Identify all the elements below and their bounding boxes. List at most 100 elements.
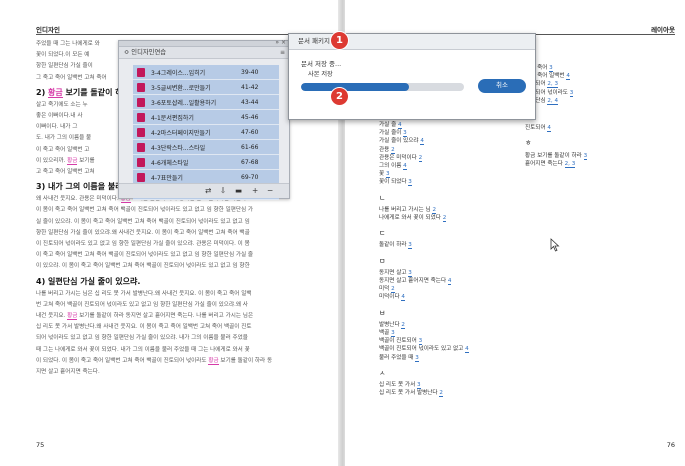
page-reference[interactable]: 3 bbox=[391, 330, 395, 338]
page-reference[interactable]: 2 bbox=[401, 321, 405, 329]
document-name: 4-1문서편집하기 bbox=[151, 114, 194, 122]
book-panel-tab[interactable]: ≎ 인디자인연습 ≡ bbox=[119, 47, 289, 59]
page-reference[interactable]: 2, 3 bbox=[547, 81, 559, 89]
page-reference[interactable]: 4 bbox=[420, 138, 424, 146]
panel-drag-bar[interactable]: » × bbox=[119, 39, 289, 47]
step-badge-2: 2 bbox=[331, 88, 348, 105]
index-entry: 돌같이 하라 3 bbox=[379, 242, 412, 250]
index-column-2: 죽고 죽어 3 죽고 죽어 일백번 4 진토되어 2, 3 진토되어 넋이라도 … bbox=[525, 64, 665, 168]
dialog-title: 문서 패키지 bbox=[289, 34, 535, 50]
document-pages: 41-42 bbox=[241, 83, 259, 91]
page-reference[interactable]: 2 bbox=[418, 154, 423, 162]
document-pages: 43-44 bbox=[241, 98, 259, 106]
book-panel[interactable]: » × ≎ 인디자인연습 ≡ 3-4그레이스...입히기 39-40 3-5글씨변환… bbox=[118, 39, 290, 200]
para-line: 되어 넋이라도 있고 없고 임 향한 일편단심 가실 줄이 있으랴. 내가 그의… bbox=[36, 335, 248, 342]
book-document-row[interactable]: 4-2마스터페이지만들기 47-60 bbox=[133, 125, 279, 140]
close-icon[interactable]: × bbox=[281, 39, 286, 46]
index-entry: 그의 이름 4 bbox=[379, 163, 407, 171]
document-name: 3-6포토샵레...일활용하기 bbox=[151, 99, 217, 107]
index-entry: 꽃이 되었다 3 bbox=[379, 179, 412, 187]
para-line: 실 줄이 있으랴. 이 몸이 죽고 죽어 일백번 고쳐 죽어 백골이 진토되어 … bbox=[36, 218, 250, 225]
para-line: 때 그는 나에게로 와서 꽃이 되었다. 내가 그의 이름을 불러 주었을 때 … bbox=[36, 346, 250, 353]
print-icon[interactable]: ▬ bbox=[235, 186, 242, 195]
page-reference[interactable]: 3 bbox=[415, 354, 419, 362]
book-document-row[interactable]: 3-5글씨변환...로만들기 41-42 bbox=[133, 80, 279, 95]
indesign-document-icon bbox=[137, 157, 145, 167]
page-reference[interactable]: 3 bbox=[418, 338, 423, 346]
index-letter-heading: ㅁ bbox=[379, 256, 386, 265]
book-document-row[interactable]: 3-4그레이스...입히기 39-40 bbox=[133, 65, 279, 80]
panel-menu-icon[interactable]: ≡ bbox=[280, 47, 285, 58]
book-document-row[interactable]: 4-1문서편집하기 45-46 bbox=[133, 110, 279, 125]
para-line: 지면 살고 흩어지면 죽는다. bbox=[36, 369, 100, 376]
indesign-document-icon bbox=[137, 127, 145, 137]
page-reference[interactable]: 4 bbox=[566, 73, 570, 81]
save-icon[interactable]: ⇩ bbox=[220, 186, 226, 195]
index-entry: 나를 버리고 가시는 님 2 bbox=[379, 206, 436, 214]
page-reference[interactable]: 4 bbox=[465, 346, 469, 354]
cancel-button[interactable]: 취소 bbox=[478, 79, 526, 93]
para-line: 십 리도 못 가서 발병난다.왜 사내건 웃지요. 이 몸이 죽고 죽어 일백번… bbox=[36, 324, 252, 331]
index-entry: 백골 3 bbox=[379, 330, 395, 338]
page-reference[interactable]: 4 bbox=[401, 294, 405, 302]
index-entry: 황금 보기를 돌같이 하라 3 bbox=[525, 152, 588, 160]
indesign-document-icon bbox=[137, 82, 145, 92]
document-name: 3-4그레이스...입히기 bbox=[151, 69, 206, 77]
document-pages: 61-66 bbox=[241, 143, 259, 151]
document-name: 4-2마스터페이지만들기 bbox=[151, 129, 211, 137]
index-entry: 십 리도 못 가서 3 bbox=[379, 382, 421, 390]
index-entry: 불러 주었을 때 3 bbox=[379, 354, 419, 362]
page-reference[interactable]: 4 bbox=[398, 122, 402, 129]
document-name: 3-5글씨변환...로만들기 bbox=[151, 84, 211, 92]
page-reference[interactable]: 3 bbox=[417, 382, 421, 390]
page-reference[interactable]: 3 bbox=[569, 89, 574, 97]
page-reference[interactable]: 2 bbox=[391, 146, 395, 154]
index-entry: 십 리도 못 가서 발병난다 2 bbox=[379, 390, 443, 398]
indesign-document-icon bbox=[137, 112, 145, 122]
page-reference[interactable]: 4 bbox=[547, 125, 551, 133]
book-document-row[interactable]: 4-6개체스타일 67-68 bbox=[133, 155, 279, 170]
page-reference[interactable]: 3 bbox=[408, 269, 412, 277]
page-reference[interactable]: 4 bbox=[447, 278, 452, 286]
index-entry: 미덕 2 bbox=[379, 286, 395, 294]
collapse-icon[interactable]: » bbox=[275, 39, 279, 46]
page-reference[interactable]: 3 bbox=[385, 171, 390, 179]
book-document-list: 3-4그레이스...입히기 39-40 3-5글씨변환...로만들기 41-42 3-6… bbox=[133, 65, 279, 200]
index-entry: 꽃 3 bbox=[379, 171, 390, 179]
para-line: 내건 웃지요. 황금 보기를 돌같이 하라 동지면 살고 흩어지면 죽는다. 나… bbox=[36, 313, 254, 321]
page-reference[interactable]: 3 bbox=[408, 179, 412, 187]
sync-icon[interactable]: ⇄ bbox=[205, 186, 211, 195]
para-line: 향한 일편단심 가실 줄이 있으랴.왜 사내건 웃지요. 이 몸이 죽고 죽어 … bbox=[36, 229, 250, 236]
index-entry: 가실 줄이 있으랴 4 bbox=[379, 138, 424, 146]
dialog-message: 문서 저장 중... bbox=[301, 60, 342, 68]
mouse-pointer-icon bbox=[550, 238, 560, 252]
page-reference[interactable]: 2, 4 bbox=[547, 97, 559, 105]
running-head-right: 레이아웃 bbox=[651, 26, 675, 34]
add-icon[interactable]: + bbox=[252, 186, 258, 195]
book-document-row[interactable]: 4-3단락스타...스타일 61-66 bbox=[133, 140, 279, 155]
page-reference[interactable]: 3 bbox=[583, 152, 588, 160]
remove-icon[interactable]: − bbox=[267, 186, 273, 195]
book-document-row[interactable]: 3-6포토샵레...일활용하기 43-44 bbox=[133, 95, 279, 110]
page-reference[interactable]: 3 bbox=[408, 242, 412, 250]
index-entry: 가실 줄이 3 bbox=[379, 130, 407, 138]
page-reference[interactable]: 2, 3 bbox=[564, 160, 576, 168]
index-letter-heading: ㅎ bbox=[525, 139, 532, 148]
indesign-document-icon bbox=[137, 142, 145, 152]
page-reference[interactable]: 3 bbox=[549, 65, 553, 72]
document-name: 4-3단락스타...스타일 bbox=[151, 144, 206, 152]
index-entry: 진토되어 2, 3 bbox=[525, 81, 559, 89]
progress-bar bbox=[301, 83, 464, 91]
page-reference[interactable]: 2 bbox=[442, 215, 447, 223]
page-reference[interactable]: 2 bbox=[432, 206, 436, 214]
index-entry: 발병난다 2 bbox=[379, 321, 405, 329]
indesign-document-icon bbox=[137, 67, 145, 77]
page-reference[interactable]: 3 bbox=[403, 130, 407, 138]
page-reference[interactable]: 2 bbox=[391, 286, 395, 294]
index-letter-heading: ㄴ bbox=[379, 193, 386, 202]
page-reference[interactable]: 2 bbox=[439, 390, 443, 398]
para-line: 이 몸이 죽고 죽어 일백번 고쳐 죽어 백골이 진토되어 넋이라도 있고 없고… bbox=[36, 207, 254, 214]
page-reference[interactable]: 4 bbox=[403, 163, 407, 171]
document-name: 4-7표만들기 bbox=[151, 174, 183, 182]
index-entry: 백골이 진토되어 넋이라도 있고 없고 4 bbox=[379, 346, 469, 354]
